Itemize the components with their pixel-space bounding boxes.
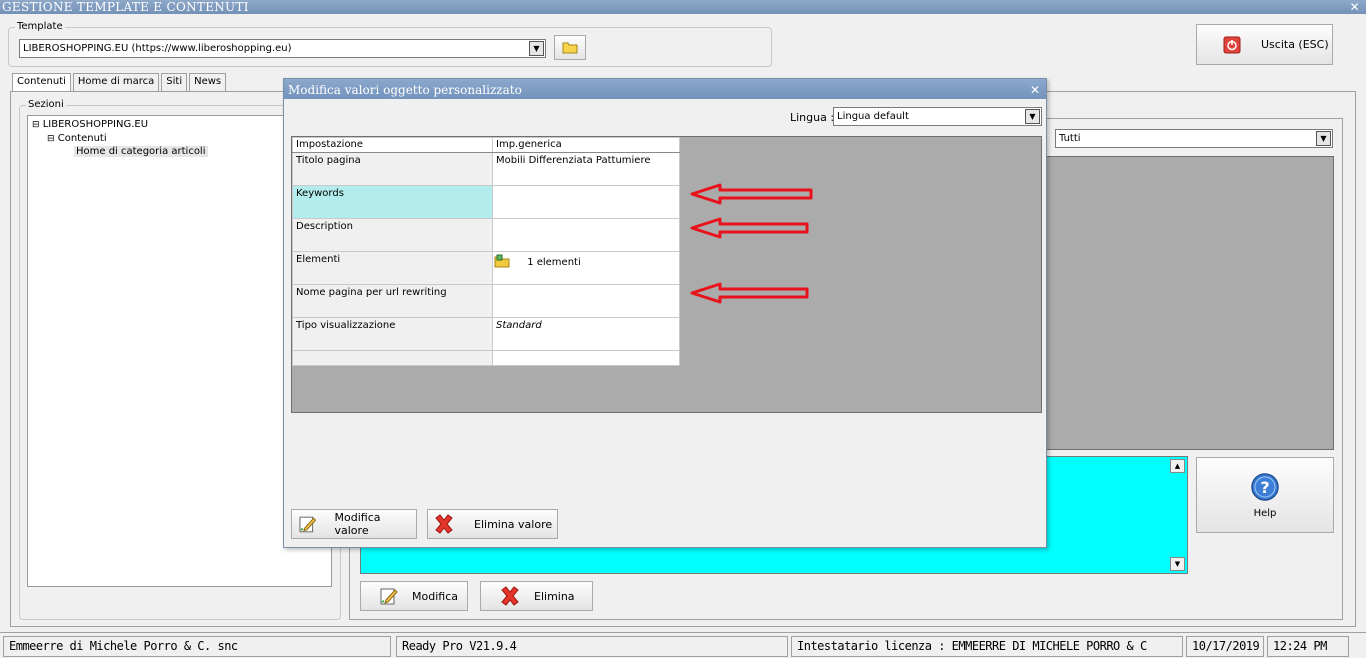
tab-label: News — [194, 76, 222, 87]
tab-siti[interactable]: Siti — [161, 73, 188, 91]
annotation-arrow-icon — [690, 183, 813, 205]
folder-icon — [562, 42, 578, 54]
status-company: Emmeerre di Michele Porro & C. snc — [3, 636, 391, 657]
grid-cell-value: 1 elementi — [527, 257, 581, 268]
grid-cell-elements[interactable]: 1 elementi — [492, 251, 680, 285]
help-button[interactable]: ? Help — [1196, 457, 1334, 533]
template-group-label: Template — [15, 21, 65, 32]
scroll-down-icon[interactable]: ▼ — [1170, 557, 1185, 571]
grid-row-tipo[interactable]: Tipo visualizzazione Standard — [292, 317, 680, 351]
svg-text:?: ? — [1260, 478, 1269, 497]
grid-row-empty[interactable] — [292, 350, 680, 366]
tab-contenuti[interactable]: Contenuti — [12, 73, 71, 91]
folder-icon — [494, 254, 510, 268]
preview-gray-area — [1046, 156, 1334, 450]
tree-root-label: LIBEROSHOPPING.EU — [42, 119, 149, 130]
status-version: Ready Pro V21.9.4 — [396, 636, 788, 657]
chevron-down-icon[interactable]: ▼ — [529, 41, 544, 56]
edit-icon — [380, 588, 398, 605]
filter-select-value: Tutti — [1059, 133, 1081, 144]
delete-value-button[interactable]: Elimina valore — [427, 509, 558, 539]
grid-cell-setting[interactable]: Tipo visualizzazione — [292, 317, 493, 351]
grid-row-titolo[interactable]: Titolo pagina Mobili Differenziata Pattu… — [292, 152, 680, 186]
tree-leaf-label: Home di categoria articoli — [76, 146, 206, 157]
grid-cell-value[interactable]: Mobili Differenziata Pattumiere — [492, 152, 680, 186]
tree-leaf[interactable]: Home di categoria articoli — [74, 146, 208, 157]
tree-child[interactable]: ⊟ Contenuti — [47, 133, 107, 144]
dialog-titlebar: Modifica valori oggetto personalizzato ✕ — [284, 79, 1046, 99]
grid-header-row: Impostazione Imp.generica — [292, 137, 680, 153]
collapse-icon[interactable]: ⊟ — [32, 120, 40, 130]
tab-label: Siti — [166, 76, 183, 87]
status-date: 10/17/2019 — [1186, 636, 1264, 657]
chevron-down-icon[interactable]: ▼ — [1316, 131, 1331, 146]
grid-cell-value[interactable] — [492, 284, 680, 318]
grid-cell-setting[interactable]: Elementi — [292, 251, 493, 285]
tab-news[interactable]: News — [189, 73, 227, 91]
window-close-icon[interactable]: ✕ — [1350, 0, 1360, 14]
status-license: Intestatario licenza : EMMEERRE DI MICHE… — [791, 636, 1183, 657]
delete-icon — [435, 514, 453, 534]
elimina-button[interactable]: Elimina — [480, 581, 593, 611]
edit-icon — [299, 516, 317, 533]
grid-cell-setting[interactable]: Description — [292, 218, 493, 252]
tab-label: Home di marca — [77, 76, 155, 87]
sections-group-label: Sezioni — [26, 99, 66, 110]
grid-row-url-rewriting[interactable]: Nome pagina per url rewriting — [292, 284, 680, 318]
help-button-label: Help — [1253, 507, 1277, 519]
grid-header-setting: Impostazione — [292, 137, 493, 153]
grid-row-description[interactable]: Description — [292, 218, 680, 252]
help-icon: ? — [1251, 472, 1279, 501]
grid-cell-setting[interactable]: Keywords — [292, 185, 493, 219]
power-icon — [1223, 36, 1241, 53]
delete-value-button-label: Elimina valore — [474, 517, 553, 531]
grid-cell-setting[interactable]: Titolo pagina — [292, 152, 493, 186]
grid-cell-value[interactable] — [492, 185, 680, 219]
template-select[interactable]: LIBEROSHOPPING.EU (https://www.liberosho… — [19, 39, 546, 58]
delete-icon — [501, 586, 519, 606]
exit-button-label: Uscita (ESC) — [1261, 38, 1329, 51]
elimina-button-label: Elimina — [534, 589, 575, 603]
tree-child-label: Contenuti — [57, 133, 107, 144]
edit-values-dialog: Modifica valori oggetto personalizzato ✕… — [283, 78, 1047, 548]
tree-root[interactable]: ⊟ LIBEROSHOPPING.EU — [32, 119, 148, 130]
annotation-arrow-icon — [690, 217, 809, 239]
template-select-value: LIBEROSHOPPING.EU (https://www.liberosho… — [23, 43, 292, 54]
modifica-button-label: Modifica — [412, 589, 458, 603]
chevron-down-icon[interactable]: ▼ — [1025, 109, 1040, 124]
values-grid-area: Impostazione Imp.generica Titolo pagina … — [291, 136, 1042, 413]
tab-label: Contenuti — [17, 76, 66, 87]
status-bar: Emmeerre di Michele Porro & C. snc Ready… — [0, 632, 1366, 658]
grid-cell-value[interactable] — [492, 218, 680, 252]
values-grid: Impostazione Imp.generica Titolo pagina … — [292, 137, 680, 366]
dialog-title: Modifica valori oggetto personalizzato — [288, 83, 522, 97]
collapse-icon[interactable]: ⊟ — [47, 134, 55, 144]
edit-value-button-label: Modifica valore — [334, 511, 381, 537]
language-label: Lingua : — [790, 111, 835, 124]
grid-cell-setting[interactable] — [292, 350, 493, 366]
dialog-close-icon[interactable]: ✕ — [1030, 79, 1040, 101]
open-folder-button[interactable] — [554, 35, 586, 60]
status-time: 12:24 PM — [1267, 636, 1349, 657]
scroll-up-icon[interactable]: ▲ — [1170, 459, 1185, 473]
language-select-value: Lingua default — [837, 111, 909, 122]
annotation-arrow-icon — [690, 282, 809, 304]
tab-strip: Contenuti Home di marca Siti News — [12, 73, 227, 91]
grid-cell-value[interactable]: Standard — [492, 317, 680, 351]
modifica-button[interactable]: Modifica — [360, 581, 468, 611]
grid-cell-value[interactable] — [492, 350, 680, 366]
window-title: GESTIONE TEMPLATE E CONTENUTI — [2, 0, 249, 14]
grid-cell-setting[interactable]: Nome pagina per url rewriting — [292, 284, 493, 318]
tab-home-di-marca[interactable]: Home di marca — [72, 73, 160, 91]
window-titlebar: GESTIONE TEMPLATE E CONTENUTI ✕ — [0, 0, 1366, 14]
exit-button[interactable]: Uscita (ESC) — [1196, 24, 1333, 65]
grid-row-elementi[interactable]: Elementi 1 elementi — [292, 251, 680, 285]
edit-value-button[interactable]: Modifica valore — [291, 509, 417, 539]
language-select[interactable]: Lingua default ▼ — [833, 107, 1042, 126]
filter-select[interactable]: Tutti ▼ — [1055, 129, 1333, 148]
grid-row-keywords[interactable]: Keywords — [292, 185, 680, 219]
grid-header-value: Imp.generica — [492, 137, 680, 153]
